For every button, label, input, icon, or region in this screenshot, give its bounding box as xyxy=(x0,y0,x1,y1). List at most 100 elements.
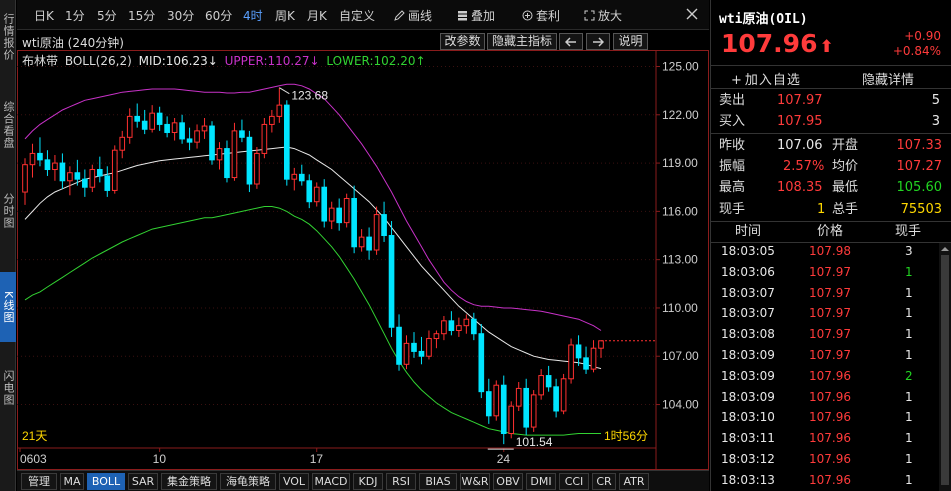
indicator-tab-cci[interactable]: CCI xyxy=(559,473,589,490)
period-daily[interactable]: 日K xyxy=(34,7,54,24)
indicator-tab-kdj[interactable]: KDJ xyxy=(353,473,383,490)
y-tick-label: 122.00 xyxy=(662,108,699,122)
candle xyxy=(433,330,440,349)
candle xyxy=(269,109,275,133)
tab-flash[interactable]: 闪电图 xyxy=(0,362,16,414)
tick-time: 18:03:09 xyxy=(721,389,775,404)
period-weekly[interactable]: 周K xyxy=(275,7,295,24)
arbitrage-icon xyxy=(522,10,533,21)
candle xyxy=(343,193,350,228)
indicator-tab-obv[interactable]: OBV xyxy=(493,473,523,490)
candle xyxy=(366,227,372,260)
candle xyxy=(37,137,43,167)
candle xyxy=(313,182,320,207)
indicator-tab-[interactable]: 海龟策略 xyxy=(220,473,276,490)
bid-label: 买入 xyxy=(719,114,746,129)
y-tick-label: 116.00 xyxy=(662,204,698,218)
candle xyxy=(141,109,148,135)
low-label: 最低 xyxy=(832,180,859,195)
tick-volume: 1 xyxy=(905,264,913,279)
candle xyxy=(500,375,507,445)
prev-button[interactable] xyxy=(559,33,583,50)
period-60min[interactable]: 60分 xyxy=(205,7,232,24)
candle xyxy=(351,185,357,254)
col-time: 时间 xyxy=(735,224,762,239)
tick-price: 107.97 xyxy=(809,327,851,342)
tick-row: 18:03:05 107.98 3 xyxy=(711,241,951,262)
indicator-tab-dmi[interactable]: DMI xyxy=(526,473,556,490)
stat-row-4: 现手 1 总手 75503 xyxy=(711,199,951,220)
period-monthly[interactable]: 月K xyxy=(307,7,327,24)
current-volume-label: 现手 xyxy=(719,202,746,217)
tick-row: 18:03:09 107.96 1 xyxy=(711,387,951,408)
tick-price: 107.97 xyxy=(809,285,851,300)
candle xyxy=(358,229,365,252)
candle xyxy=(194,124,200,149)
tick-time: 18:03:10 xyxy=(721,410,775,425)
candle xyxy=(515,382,522,411)
period-4h[interactable]: 4时 xyxy=(243,7,263,24)
indicator-tab-sar[interactable]: SAR xyxy=(128,473,158,490)
indicator-tab-rsi[interactable]: RSI xyxy=(386,473,416,490)
tick-price: 107.96 xyxy=(809,368,851,383)
tick-row: 18:03:11 107.96 1 xyxy=(711,428,951,449)
col-volume: 现手 xyxy=(895,224,922,239)
candle xyxy=(448,311,455,336)
zoom-button[interactable]: 放大 xyxy=(584,7,622,24)
candle xyxy=(22,158,28,205)
tick-scrollbar[interactable] xyxy=(939,243,951,491)
current-volume-value: 1 xyxy=(817,202,826,217)
indicator-tab-atr[interactable]: ATR xyxy=(619,473,649,490)
tick-time: 18:03:11 xyxy=(721,431,775,446)
indicator-tab-bias[interactable]: BIAS xyxy=(419,473,457,490)
tab-timeshare[interactable]: 分时图 xyxy=(0,185,16,237)
indicator-tab-wr[interactable]: W&R xyxy=(460,473,490,490)
tick-volume: 1 xyxy=(905,306,913,321)
tick-list[interactable]: 18:03:05 107.98 3 18:03:06 107.97 1 18:03:07 10… xyxy=(711,241,951,491)
candle xyxy=(134,103,141,128)
boll-mid-line xyxy=(24,146,602,370)
indicator-tab-vol[interactable]: VOL xyxy=(279,473,309,490)
indicator-tab-boll[interactable]: BOLL xyxy=(87,473,125,490)
period-30min[interactable]: 30分 xyxy=(167,7,194,24)
candle xyxy=(306,174,313,209)
arbitrage-button[interactable]: 套利 xyxy=(522,7,560,24)
chart-title: wti原油 (240分钟) xyxy=(22,36,124,50)
indicator-tab-[interactable]: 管理 xyxy=(21,473,57,490)
close-chart-button[interactable] xyxy=(685,7,699,21)
candle xyxy=(89,164,96,193)
y-tick-label: 110.00 xyxy=(662,301,698,315)
candle xyxy=(426,330,432,360)
add-watchlist-button[interactable]: + 加入自选 xyxy=(731,69,801,88)
next-button[interactable] xyxy=(586,33,610,50)
help-button[interactable]: 说明 xyxy=(613,33,648,50)
overlay-button[interactable]: 叠加 xyxy=(457,7,495,24)
indicator-tab-ma[interactable]: MA xyxy=(60,473,84,490)
tick-row: 18:03:07 107.97 1 xyxy=(711,303,951,324)
tick-volume: 1 xyxy=(905,285,913,300)
period-custom[interactable]: 自定义 xyxy=(339,7,375,24)
tick-volume: 1 xyxy=(905,389,913,404)
indicator-tab-macd[interactable]: MACD xyxy=(312,473,350,490)
period-1min[interactable]: 1分 xyxy=(65,7,85,24)
draw-button[interactable]: 画线 xyxy=(394,7,432,24)
hide-indicator-button[interactable]: 隐藏主指标 xyxy=(487,33,557,50)
period-5min[interactable]: 5分 xyxy=(97,7,117,24)
tab-kline[interactable]: K线图 xyxy=(0,272,16,342)
avg-value: 107.27 xyxy=(896,159,943,174)
candle xyxy=(553,378,559,418)
candle xyxy=(441,316,447,341)
tab-quote[interactable]: 行情报价 xyxy=(0,4,16,70)
kline-chart[interactable]: 123.68 101.54 21天 1时56分 125.00 122.00 119.00 1… xyxy=(17,50,709,470)
indicator-tab-cr[interactable]: CR xyxy=(592,473,616,490)
period-15min[interactable]: 15分 xyxy=(128,7,155,24)
hide-detail-button[interactable]: 隐藏详情 xyxy=(862,69,914,88)
scroll-thumb[interactable] xyxy=(941,255,949,485)
candle xyxy=(418,336,425,365)
indicator-tab-[interactable]: 集金策略 xyxy=(161,473,217,490)
candle xyxy=(209,121,215,165)
candle xyxy=(493,380,500,421)
tab-overview[interactable]: 综合看盘 xyxy=(0,92,16,158)
candle xyxy=(336,198,343,231)
change-params-button[interactable]: 改参数 xyxy=(440,33,485,50)
